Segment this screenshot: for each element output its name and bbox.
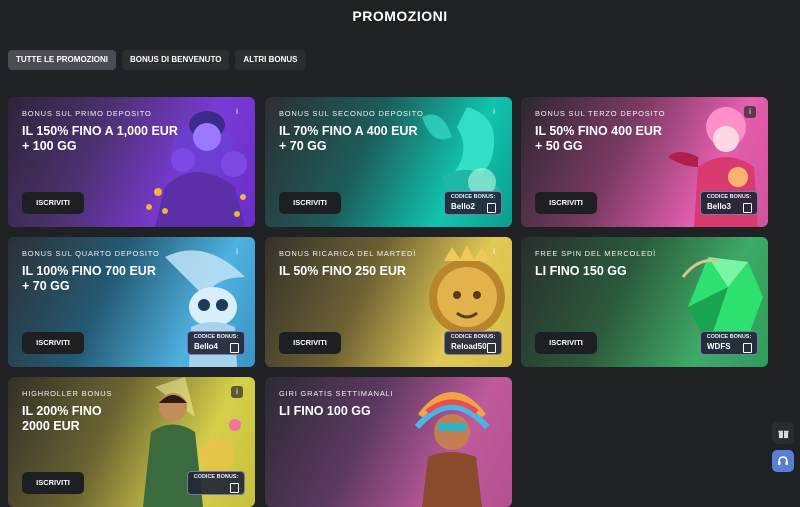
signup-button[interactable]: ISCRIVITI	[279, 332, 341, 354]
tab-all-promotions[interactable]: TUTTE LE PROMOZIONI	[8, 50, 116, 70]
bonus-code-box[interactable]: CODICE BONUS: Reload50	[444, 331, 502, 355]
card-headline: IL 150% FINO A 1,000 EUR + 100 GG	[22, 124, 178, 153]
bonus-code-value: Bello4	[194, 342, 219, 351]
card-headline: IL 100% FINO 700 EUR + 70 GG	[22, 264, 156, 293]
card-headline: IL 50% FINO 400 EUR + 50 GG	[535, 124, 662, 153]
bonus-code-box[interactable]: CODICE BONUS: Bello2	[444, 191, 502, 215]
info-icon[interactable]: i	[488, 106, 500, 118]
bonus-code-value: Reload50	[451, 342, 487, 351]
card-headline: IL 50% FINO 250 EUR	[279, 264, 406, 278]
info-icon[interactable]: i	[488, 246, 500, 258]
info-icon[interactable]: i	[744, 106, 756, 118]
copy-icon[interactable]	[487, 203, 496, 213]
signup-button[interactable]: ISCRIVITI	[22, 192, 84, 214]
bonus-code-label: CODICE BONUS:	[706, 194, 752, 200]
copy-icon[interactable]	[230, 343, 239, 353]
card-subtitle: BONUS SUL TERZO DEPOSITO	[535, 109, 666, 118]
bonus-code-box[interactable]: CODICE BONUS:	[187, 471, 245, 495]
bonus-code-label: CODICE BONUS:	[450, 194, 496, 200]
tab-welcome-bonus[interactable]: BONUS DI BENVENUTO	[122, 50, 230, 70]
bonus-code-value: Bello3	[707, 202, 732, 211]
copy-icon[interactable]	[230, 483, 239, 493]
card-subtitle: BONUS SUL PRIMO DEPOSITO	[22, 109, 152, 118]
card-subtitle: BONUS SUL QUARTO DEPOSITO	[22, 249, 160, 258]
card-headline: LI FINO 100 GG	[279, 404, 371, 418]
bonus-code-value: WDFS	[707, 342, 731, 351]
promo-card-third-deposit[interactable]: BONUS SUL TERZO DEPOSITO IL 50% FINO 400…	[521, 97, 768, 227]
copy-icon[interactable]	[743, 343, 752, 353]
bonus-code-box[interactable]: CODICE BONUS: Bello4	[187, 331, 245, 355]
signup-button[interactable]: ISCRIVITI	[22, 332, 84, 354]
signup-button[interactable]: ISCRIVITI	[535, 192, 597, 214]
headset-icon[interactable]	[772, 450, 794, 472]
card-subtitle: HIGHROLLER BONUS	[22, 389, 113, 398]
card-subtitle: BONUS SUL SECONDO DEPOSITO	[279, 109, 424, 118]
copy-icon[interactable]	[487, 343, 496, 353]
promo-card-fourth-deposit[interactable]: BONUS SUL QUARTO DEPOSITO IL 100% FINO 7…	[8, 237, 255, 367]
signup-button[interactable]: ISCRIVITI	[22, 472, 84, 494]
bonus-code-label: CODICE BONUS:	[450, 334, 496, 340]
card-subtitle: BONUS RICARICA DEL MARTEDÌ	[279, 249, 417, 258]
gift-icon[interactable]	[772, 422, 794, 444]
bonus-code-box[interactable]: CODICE BONUS: WDFS	[700, 331, 758, 355]
info-icon[interactable]: i	[231, 246, 243, 258]
card-subtitle: FREE SPIN DEL MERCOLEDÌ	[535, 249, 657, 258]
promo-card-wednesday-free-spins[interactable]: FREE SPIN DEL MERCOLEDÌ LI FINO 150 GG I…	[521, 237, 768, 367]
tab-other-bonus[interactable]: ALTRI BONUS	[235, 50, 306, 70]
copy-icon[interactable]	[743, 203, 752, 213]
signup-button[interactable]: ISCRIVITI	[535, 332, 597, 354]
bonus-code-label: CODICE BONUS:	[706, 334, 752, 340]
bonus-code-box[interactable]: CODICE BONUS: Bello3	[700, 191, 758, 215]
card-headline: LI FINO 150 GG	[535, 264, 627, 278]
info-icon[interactable]: i	[231, 386, 243, 398]
aztec-warrior-illustration	[414, 392, 490, 507]
promo-tabs: TUTTE LE PROMOZIONI BONUS DI BENVENUTO A…	[8, 50, 306, 70]
promo-card-first-deposit[interactable]: BONUS SUL PRIMO DEPOSITO IL 150% FINO A …	[8, 97, 255, 227]
signup-button[interactable]: ISCRIVITI	[279, 192, 341, 214]
info-icon[interactable]: i	[231, 106, 243, 118]
promo-card-tuesday-reload[interactable]: BONUS RICARICA DEL MARTEDÌ IL 50% FINO 2…	[265, 237, 512, 367]
bonus-code-label: CODICE BONUS:	[193, 474, 239, 480]
promo-card-weekly-free-spins[interactable]: GIRI GRATIS SETTIMANALI LI FINO 100 GG	[265, 377, 512, 507]
bonus-code-value: Bello2	[451, 202, 476, 211]
promo-card-second-deposit[interactable]: BONUS SUL SECONDO DEPOSITO IL 70% FINO A…	[265, 97, 512, 227]
promo-card-highroller[interactable]: HIGHROLLER BONUS IL 200% FINO 2000 EUR i…	[8, 377, 255, 507]
card-headline: IL 200% FINO 2000 EUR	[22, 404, 102, 433]
bonus-code-label: CODICE BONUS:	[193, 334, 239, 340]
card-subtitle: GIRI GRATIS SETTIMANALI	[279, 389, 394, 398]
page-title: PROMOZIONI	[352, 8, 448, 24]
card-headline: IL 70% FINO A 400 EUR + 70 GG	[279, 124, 418, 153]
